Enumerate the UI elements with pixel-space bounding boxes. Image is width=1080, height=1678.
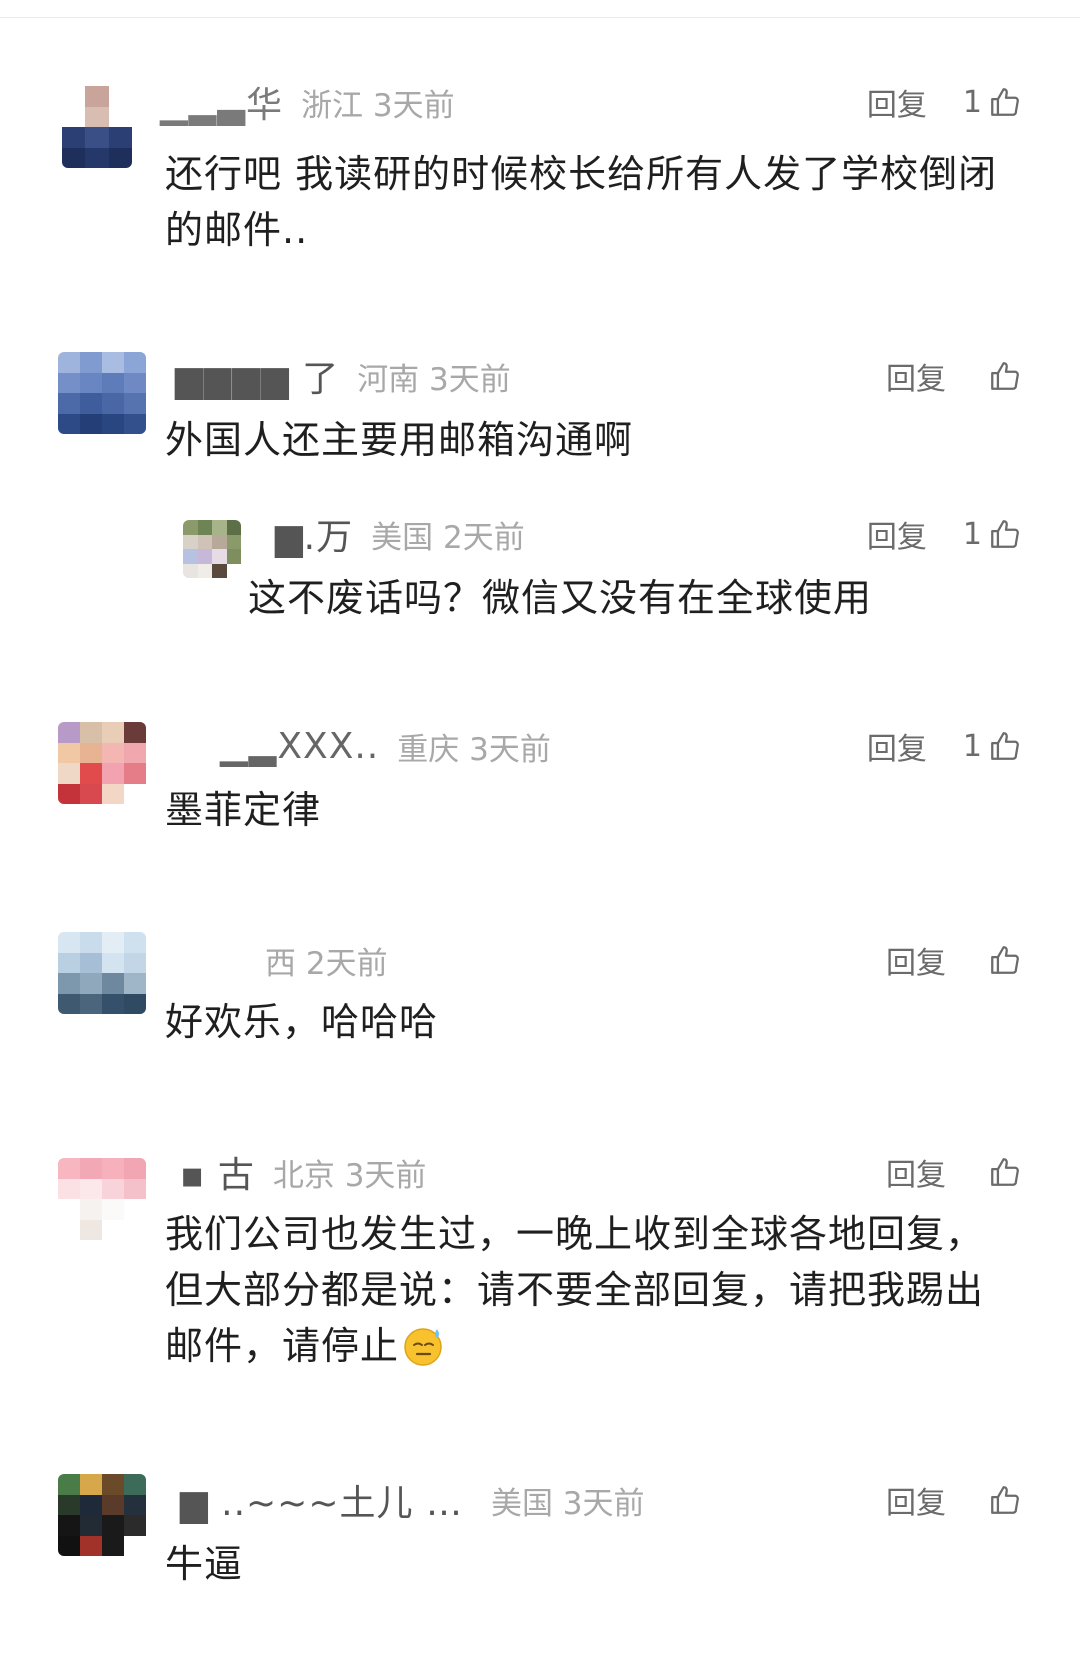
reply-button[interactable]: 回复 <box>867 724 927 768</box>
comment-text: 牛逼 <box>165 1542 244 1586</box>
thumbs-up-icon <box>991 1158 1019 1186</box>
location-time: 浙江 3天前 <box>301 87 455 124</box>
location-time: 美国 3天前 <box>490 1485 645 1522</box>
thumbs-up-icon <box>991 732 1019 760</box>
reply-button[interactable]: 回复 <box>867 80 927 124</box>
avatar[interactable] <box>58 1474 146 1556</box>
reply-button[interactable]: 回复 <box>886 1150 946 1194</box>
reply-button[interactable]: 回复 <box>886 1478 946 1522</box>
reply-button[interactable]: 回复 <box>886 938 946 982</box>
avatar[interactable] <box>58 1158 146 1240</box>
comment-text: 墨菲定律 <box>165 788 322 832</box>
location-time: 重庆 3天前 <box>397 731 551 768</box>
avatar[interactable] <box>58 352 146 434</box>
like-count: 1 <box>962 84 982 120</box>
reply-button[interactable]: 回复 <box>886 354 946 398</box>
thumbs-up-icon <box>991 1486 1019 1514</box>
thumbs-up-icon <box>991 946 1019 974</box>
top-divider <box>0 17 1080 18</box>
like-button[interactable]: 1 <box>963 517 1022 552</box>
like-button[interactable]: 1 <box>963 85 1022 120</box>
comment-text: 我们公司也发生过，一晚上收到全球各地回复，但大部分都是说：请不要全部回复，请把我… <box>165 1212 985 1368</box>
avatar[interactable] <box>58 722 146 804</box>
comment-text: 还行吧 我读研的时候校长给所有人发了学校倒闭的邮件.. <box>165 152 998 252</box>
like-button[interactable] <box>982 1483 1022 1517</box>
like-count: 1 <box>962 728 982 764</box>
like-button[interactable] <box>982 943 1022 977</box>
username[interactable]: ▁▂XXX.. <box>220 726 379 767</box>
avatar[interactable] <box>62 86 132 168</box>
avatar[interactable] <box>58 932 146 1014</box>
like-button[interactable] <box>982 359 1022 393</box>
location-time: 西 2天前 <box>265 945 388 982</box>
like-button[interactable]: 1 <box>963 729 1022 764</box>
comment-text: 这不废话吗？微信又没有在全球使用 <box>248 576 873 620</box>
username[interactable]: ▆.万 <box>275 508 353 560</box>
username[interactable]: ▆ ..~~~土儿 … <box>180 1474 463 1526</box>
username[interactable]: ▪ 古 <box>180 1146 255 1198</box>
thumbs-up-icon <box>991 362 1019 390</box>
sweat-smile-emoji <box>404 1328 442 1366</box>
comment-text: 好欢乐，哈哈哈 <box>165 1000 439 1044</box>
username[interactable]: ▁▂▃华 <box>160 76 283 128</box>
reply-button[interactable]: 回复 <box>867 512 927 556</box>
location-time: 北京 3天前 <box>272 1157 427 1194</box>
comment-text-container: 我们公司也发生过，一晚上收到全球各地回复，但大部分都是说：请不要全部回复，请把我… <box>165 1206 1010 1374</box>
like-count: 1 <box>962 516 982 552</box>
thumbs-up-icon <box>991 520 1019 548</box>
like-button[interactable] <box>982 1155 1022 1189</box>
comment-text: 外国人还主要用邮箱沟通啊 <box>165 418 634 462</box>
location-time: 河南 3天前 <box>357 361 511 398</box>
location-time: 美国 2天前 <box>371 519 525 556</box>
username[interactable]: ▆▆▆▆ 了 <box>175 350 339 402</box>
reply-avatar[interactable] <box>183 520 241 578</box>
thumbs-up-icon <box>991 88 1019 116</box>
